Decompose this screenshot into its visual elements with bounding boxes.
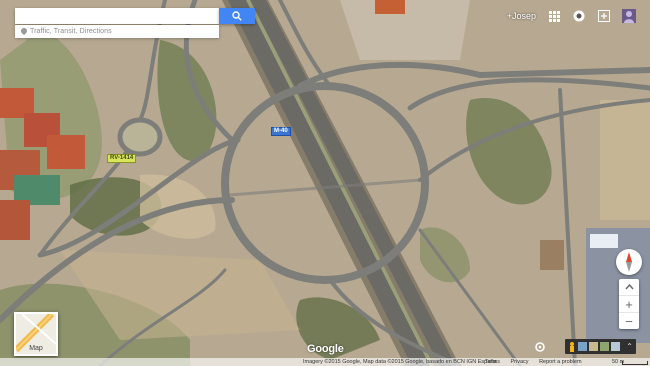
- search-input[interactable]: [15, 8, 219, 24]
- photo-thumbnail[interactable]: [600, 342, 609, 351]
- notification-bell-icon[interactable]: [572, 9, 586, 23]
- user-bar: +Josep: [507, 6, 636, 26]
- road-shield-side: RV-1414: [107, 154, 137, 163]
- rotate-icon: [624, 283, 634, 289]
- pin-icon: [21, 28, 27, 35]
- directions-link[interactable]: Traffic, Transit, Directions: [15, 25, 219, 38]
- search-button[interactable]: [219, 8, 255, 24]
- zoom-controls: + −: [619, 279, 639, 329]
- settings-icon: [535, 342, 545, 352]
- zoom-in-button[interactable]: +: [619, 296, 639, 313]
- avatar[interactable]: [622, 9, 636, 23]
- directions-text: Traffic, Transit, Directions: [30, 28, 112, 35]
- map-layer-toggle[interactable]: Map: [14, 312, 58, 356]
- pegman-icon[interactable]: [568, 341, 576, 352]
- dirt-area: [600, 100, 650, 220]
- compass-icon[interactable]: [616, 249, 642, 275]
- rotate-button[interactable]: [619, 279, 639, 296]
- search-box: Traffic, Transit, Directions: [15, 8, 255, 38]
- photo-thumbnail[interactable]: [589, 342, 598, 351]
- scale-bar: [622, 361, 648, 365]
- apps-grid-icon[interactable]: [547, 9, 561, 23]
- photo-thumbnail[interactable]: [578, 342, 587, 351]
- street-view-toggle[interactable]: [533, 340, 547, 354]
- building-roof: [590, 234, 618, 248]
- privacy-link[interactable]: Privacy: [511, 359, 529, 365]
- roundabout: [117, 117, 163, 157]
- zoom-out-button[interactable]: −: [619, 313, 639, 329]
- share-icon[interactable]: [597, 9, 611, 23]
- search-icon: [232, 11, 242, 21]
- satellite-map[interactable]: M-40 RV-1414: [0, 0, 650, 366]
- building-roof: [540, 240, 564, 270]
- user-link[interactable]: +Josep: [507, 11, 536, 21]
- layer-label: Map: [29, 345, 43, 352]
- photo-thumbnail[interactable]: [611, 342, 620, 351]
- terms-link[interactable]: Terms: [485, 359, 500, 365]
- road-shield-main: M-40: [271, 127, 291, 136]
- attribution-text: Imagery ©2015 Google, Map data ©2015 Goo…: [303, 359, 497, 365]
- attribution-bar: Imagery ©2015 Google, Map data ©2015 Goo…: [0, 358, 650, 366]
- footer-links: Terms Privacy Report a problem: [485, 359, 591, 365]
- map-imagery[interactable]: [0, 0, 650, 366]
- report-problem-link[interactable]: Report a problem: [539, 359, 582, 365]
- expand-photos-icon[interactable]: ⌃: [626, 342, 633, 351]
- photo-strip: ⌃: [565, 339, 636, 354]
- google-logo: Google: [307, 343, 344, 355]
- building-roof: [375, 0, 405, 14]
